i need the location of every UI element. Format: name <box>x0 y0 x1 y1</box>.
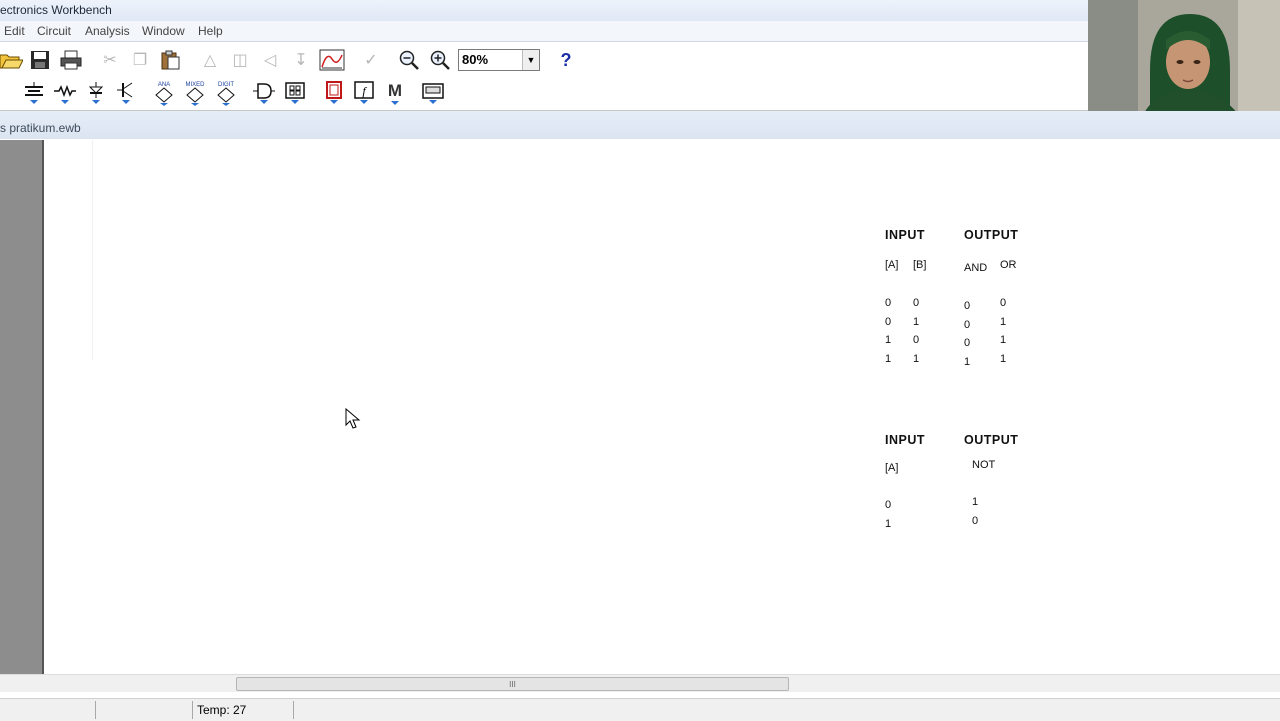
flip-vertical-icon[interactable]: ◁ <box>257 47 283 73</box>
menu-circuit[interactable]: Circuit <box>37 21 71 41</box>
table-cell: 0 <box>913 297 920 309</box>
chevron-down-icon[interactable]: ▼ <box>522 50 539 70</box>
column-not-header: NOT <box>972 459 996 471</box>
flip-horizontal-icon[interactable]: ◫ <box>227 47 253 73</box>
mixed-bin-label: MIXED <box>185 82 205 88</box>
create-subcircuit-icon[interactable]: ✓ <box>358 47 384 73</box>
mouse-cursor-icon <box>345 408 361 429</box>
graph-display-icon[interactable] <box>319 47 345 73</box>
column-a-header: [A] <box>885 259 899 271</box>
table-cell: 0 <box>1000 297 1007 309</box>
table-cell: 1 <box>913 316 920 328</box>
scrollbar-grip-icon: III <box>509 679 516 689</box>
table-cell: 1 <box>913 353 920 365</box>
menu-help[interactable]: Help <box>198 21 223 41</box>
zoom-level-select[interactable]: 80% ▼ <box>458 49 540 71</box>
zoom-level-value: 80% <box>462 52 489 67</box>
rotate-icon[interactable]: △ <box>197 47 223 73</box>
basic-components-bin-icon[interactable] <box>52 80 78 106</box>
table-cell: 1 <box>885 518 892 530</box>
title-bar: ectronics Workbench <box>0 0 1088 21</box>
table-cell: 1 <box>964 356 971 368</box>
copy-icon[interactable]: ❐ <box>127 47 153 73</box>
table-cell: 0 <box>885 499 892 511</box>
analog-ics-bin-icon[interactable]: ANA <box>151 80 177 106</box>
toolbar-area: ✂ ❐ △ ◫ ◁ ↧ ✓ 80% ▼ ? ANA MIXED DIGIT f … <box>0 42 1088 111</box>
table-cell: 1 <box>1000 334 1007 346</box>
logic-gates-bin-icon[interactable] <box>251 80 277 106</box>
instruments-bin-icon[interactable] <box>420 80 446 106</box>
main-toolbar: ✂ ❐ △ ◫ ◁ ↧ ✓ 80% ▼ ? <box>0 45 1088 75</box>
table-cell: 0 <box>964 319 971 331</box>
webcam-video-overlay <box>1088 0 1280 124</box>
table-cell: 0 <box>964 300 971 312</box>
analog-bin-label: ANA <box>158 82 170 88</box>
presenter-video-image <box>1088 0 1280 124</box>
table-cell: 1 <box>1000 316 1007 328</box>
controls-bin-icon[interactable]: f <box>351 80 377 106</box>
scrollbar-thumb[interactable]: III <box>236 677 789 691</box>
open-folder-icon[interactable] <box>0 47 24 73</box>
menu-bar: Edit Circuit Analysis Window Help <box>0 21 1088 42</box>
digital-bin-label: DIGIT <box>218 82 234 88</box>
mixed-ics-bin-icon[interactable]: MIXED <box>182 80 208 106</box>
chevron-down-icon <box>391 101 399 105</box>
column-b-header: [B] <box>913 259 927 271</box>
status-cell-empty <box>95 701 192 719</box>
paste-clipboard-icon[interactable] <box>157 47 183 73</box>
table-cell: 0 <box>885 316 892 328</box>
help-button[interactable]: ? <box>553 47 579 73</box>
parts-bin-toolbar: ANA MIXED DIGIT f M <box>0 78 1088 108</box>
table-cell: 0 <box>885 297 892 309</box>
menu-analysis[interactable]: Analysis <box>85 21 130 41</box>
table-cell: 0 <box>972 515 979 527</box>
table-cell: 1 <box>1000 353 1007 365</box>
table-cell: 1 <box>885 334 892 346</box>
zoom-out-icon[interactable] <box>396 47 422 73</box>
table-output-header: OUTPUT <box>964 228 1019 242</box>
cut-scissors-icon[interactable]: ✂ <box>97 47 123 73</box>
miscellaneous-bin-label: M <box>387 81 403 100</box>
zoom-in-icon[interactable] <box>427 47 453 73</box>
component-properties-icon[interactable]: ↧ <box>288 47 314 73</box>
table-cell: 0 <box>964 337 971 349</box>
sources-bin-icon[interactable] <box>21 80 47 106</box>
column-or-header: OR <box>1000 259 1017 271</box>
print-icon[interactable] <box>58 47 84 73</box>
table-output-header: OUTPUT <box>964 433 1019 447</box>
save-disk-icon[interactable] <box>27 47 53 73</box>
diodes-bin-icon[interactable] <box>83 80 109 106</box>
horizontal-scrollbar[interactable]: III <box>0 674 1280 692</box>
transistors-bin-icon[interactable] <box>113 80 139 106</box>
menu-window[interactable]: Window <box>142 21 185 41</box>
column-and-header: AND <box>964 262 988 274</box>
indicators-bin-icon[interactable] <box>321 80 347 106</box>
table-input-header: INPUT <box>885 433 925 447</box>
digital-ics-bin-icon[interactable]: DIGIT <box>213 80 239 106</box>
canvas-page-boundary <box>92 140 93 360</box>
table-cell: 0 <box>913 334 920 346</box>
workspace-left-margin <box>0 140 44 674</box>
menu-edit[interactable]: Edit <box>4 21 25 41</box>
miscellaneous-bin-icon[interactable]: M <box>382 80 408 106</box>
digital-block-bin-icon[interactable] <box>282 80 308 106</box>
column-a-header: [A] <box>885 462 899 474</box>
circuit-canvas[interactable] <box>44 140 1280 674</box>
status-temperature: Temp: 27 <box>192 701 294 719</box>
status-bar: Temp: 27 <box>0 698 1280 721</box>
table-input-header: INPUT <box>885 228 925 242</box>
window-title: ectronics Workbench <box>0 3 112 17</box>
table-cell: 1 <box>972 496 979 508</box>
table-cell: 1 <box>885 353 892 365</box>
document-title-bar: s pratikum.ewb <box>0 111 1280 139</box>
